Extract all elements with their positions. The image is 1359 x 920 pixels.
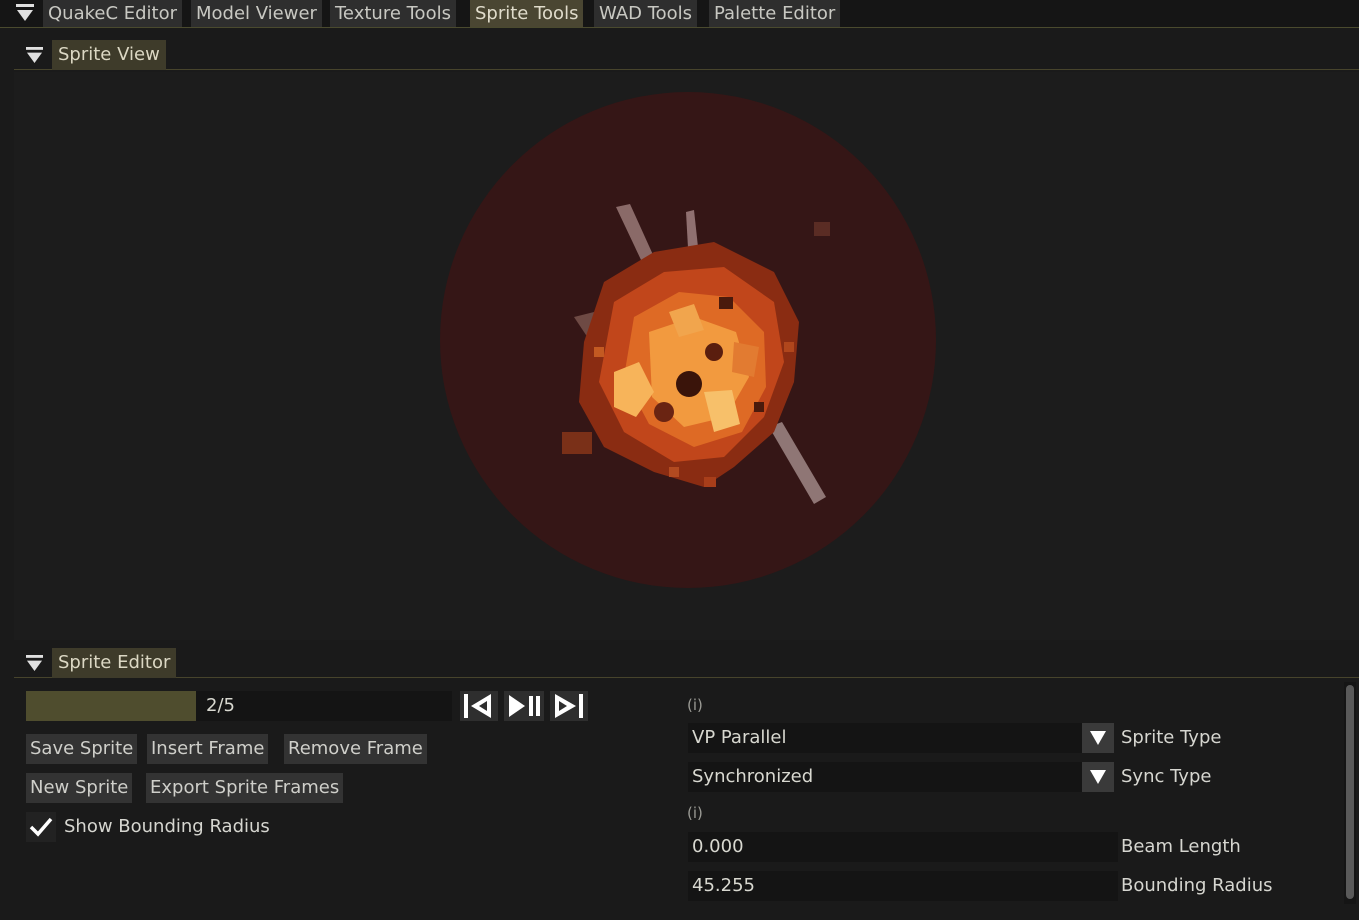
show-bounding-radius-checkbox[interactable] — [26, 812, 56, 842]
sprite-editor-title: Sprite Editor — [52, 648, 177, 678]
save-sprite-button[interactable]: Save Sprite — [26, 734, 138, 764]
properties-scrollbar[interactable] — [1344, 682, 1356, 904]
sync-type-label: Sync Type — [1121, 766, 1212, 787]
beam-length-label: Beam Length — [1121, 836, 1241, 857]
sprite-editor-section: Sprite Editor 2/5 Save Sprite Insert Fra… — [14, 648, 1359, 916]
tab-model-viewer[interactable]: Model Viewer — [191, 0, 322, 27]
sprite-type-label: Sprite Type — [1121, 727, 1222, 748]
collapse-icon[interactable] — [26, 47, 43, 64]
frame-slider-fill — [26, 691, 196, 721]
bounding-radius-input[interactable]: 45.255 — [688, 871, 1118, 901]
tab-palette-editor[interactable]: Palette Editor — [709, 0, 841, 27]
sprite-editor-header[interactable]: Sprite Editor — [14, 648, 1359, 678]
beam-length-input[interactable]: 0.000 — [688, 832, 1118, 862]
sprite-type-dropdown-arrow[interactable] — [1082, 723, 1114, 753]
scrollbar-thumb[interactable] — [1346, 685, 1354, 899]
info-marker: (i) — [687, 804, 703, 822]
checkmark-icon — [29, 817, 53, 837]
remove-frame-button[interactable]: Remove Frame — [284, 734, 427, 764]
chevron-down-icon — [1090, 770, 1106, 784]
sprite-view-section: Sprite View — [14, 40, 1359, 640]
sync-type-dropdown-arrow[interactable] — [1082, 762, 1114, 792]
main-tab-bar: QuakeC Editor Model Viewer Texture Tools… — [0, 0, 1359, 28]
tab-sprite-tools[interactable]: Sprite Tools — [470, 0, 584, 27]
sprite-viewport[interactable] — [14, 72, 1359, 640]
sprite-view-title: Sprite View — [52, 40, 166, 70]
tabbar-menu-icon[interactable] — [16, 4, 34, 22]
new-sprite-button[interactable]: New Sprite — [26, 773, 133, 803]
export-sprite-frames-button[interactable]: Export Sprite Frames — [146, 773, 344, 803]
play-pause-button[interactable] — [504, 691, 544, 721]
sprite-view-header[interactable]: Sprite View — [14, 40, 1359, 70]
last-frame-icon — [555, 694, 583, 718]
sync-type-dropdown[interactable]: Synchronized — [688, 762, 1086, 792]
collapse-icon[interactable] — [26, 655, 43, 672]
play-pause-icon — [509, 695, 540, 717]
last-frame-button[interactable] — [550, 691, 588, 721]
first-frame-button[interactable] — [460, 691, 498, 721]
insert-frame-button[interactable]: Insert Frame — [147, 734, 269, 764]
show-bounding-radius-label[interactable]: Show Bounding Radius — [64, 812, 270, 842]
first-frame-icon — [464, 694, 491, 718]
tab-quakec-editor[interactable]: QuakeC Editor — [43, 0, 183, 27]
sprite-type-dropdown[interactable]: VP Parallel — [688, 723, 1086, 753]
info-marker: (i) — [687, 696, 703, 714]
sprite-canvas — [440, 92, 936, 588]
tab-texture-tools[interactable]: Texture Tools — [330, 0, 456, 27]
frame-slider-text: 2/5 — [206, 695, 235, 716]
tab-wad-tools[interactable]: WAD Tools — [594, 0, 698, 27]
bounding-radius-label: Bounding Radius — [1121, 875, 1273, 896]
chevron-down-icon — [1090, 731, 1106, 745]
frame-slider[interactable]: 2/5 — [26, 691, 452, 721]
